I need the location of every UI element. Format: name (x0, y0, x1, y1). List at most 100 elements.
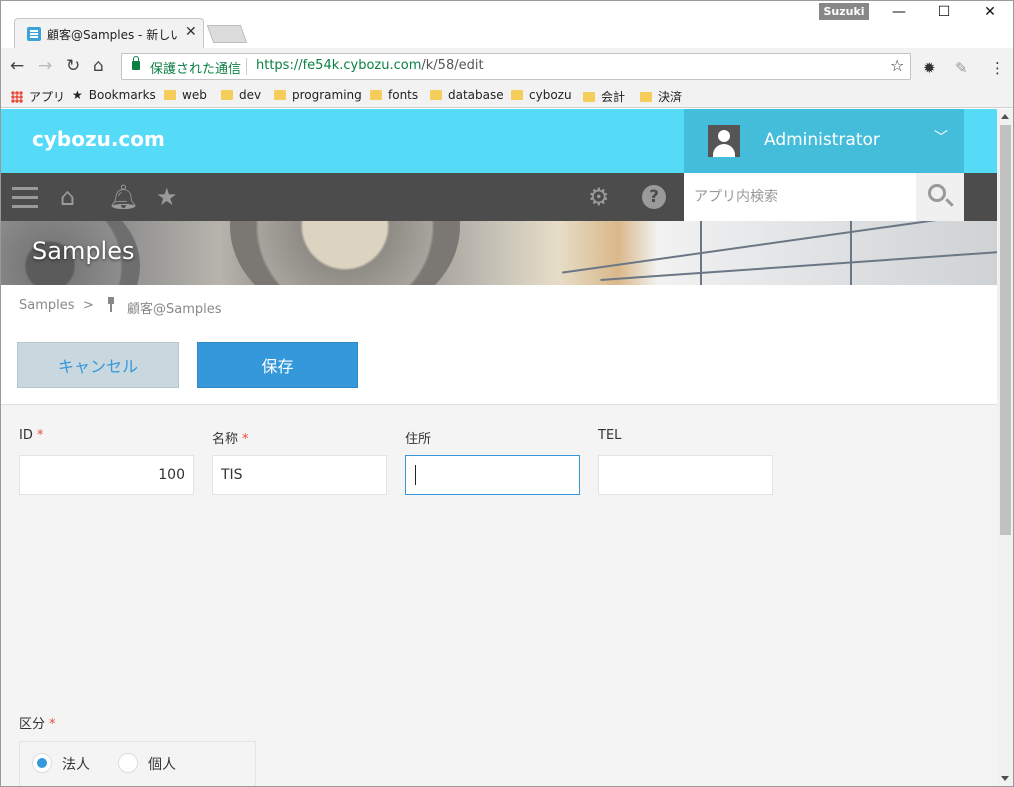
reload-icon[interactable]: ↻ (66, 56, 80, 76)
bookmark-label: dev (239, 88, 262, 102)
bookmark-label: web (182, 88, 207, 102)
name-field[interactable] (212, 455, 387, 495)
star-icon: ★ (72, 88, 83, 102)
scroll-down-arrow-icon[interactable] (1001, 776, 1009, 781)
app-search-input[interactable] (684, 173, 916, 221)
bookmarks-bar: アプリ ★ Bookmarks web dev programing fonts … (0, 84, 1014, 108)
bookmark-folder-accounting[interactable]: 会計 (583, 88, 625, 105)
bookmark-apps[interactable]: アプリ (11, 88, 65, 105)
space-banner: Samples (0, 221, 997, 285)
category-radio-group: 法人 個人 (19, 741, 256, 787)
close-tab-icon[interactable]: ✕ (185, 24, 197, 40)
user-avatar-icon (708, 125, 740, 157)
radio-corporate[interactable] (32, 753, 52, 773)
secure-label: 保護された通信 (150, 62, 242, 77)
bookmark-bookmarks[interactable]: ★ Bookmarks (72, 88, 156, 102)
lock-icon (132, 56, 140, 70)
browser-tab[interactable]: 顧客@Samples - 新しいレ ✕ (14, 18, 204, 48)
address-bar[interactable]: 保護された通信 https://fe54k.cybozu.com/k/58/ed… (121, 53, 911, 80)
url-text: https://fe54k.cybozu.com/k/58/edit (256, 58, 484, 73)
banner-blueprint-line (600, 251, 997, 281)
bookmark-folder-web[interactable]: web (164, 88, 207, 102)
label-text: 区分 (19, 717, 46, 732)
window-close-icon[interactable]: ✕ (967, 4, 1013, 20)
folder-icon (221, 90, 233, 100)
menu-kebab-icon[interactable]: ⋮ (990, 59, 1005, 77)
banner-gear-image (230, 221, 460, 285)
tab-title: 顧客@Samples - 新しいレ (47, 28, 177, 42)
category-label: 区分 * (19, 713, 56, 732)
bookmark-label: database (448, 88, 504, 102)
bookmark-label: programing (292, 88, 362, 102)
search-button[interactable] (916, 173, 964, 221)
required-mark: * (36, 428, 44, 443)
help-icon[interactable]: ? (642, 185, 666, 209)
extension-gear-icon[interactable]: ✹ (923, 59, 936, 77)
folder-icon (640, 92, 652, 102)
id-label: ID * (19, 428, 43, 443)
url-path: /k/58/edit (421, 58, 484, 73)
radio-individual[interactable] (118, 753, 138, 773)
label-text: ID (19, 428, 33, 443)
bookmark-folder-dev[interactable]: dev (221, 88, 261, 102)
bookmark-folder-database[interactable]: database (430, 88, 504, 102)
home-icon[interactable]: ⌂ (93, 56, 104, 76)
bookmark-label: fonts (388, 88, 419, 102)
tel-field[interactable] (598, 455, 773, 495)
star-icon[interactable]: ★ (156, 183, 178, 211)
search-icon (928, 184, 946, 202)
home-icon[interactable]: ⌂ (60, 183, 75, 211)
hamburger-menu-icon[interactable] (12, 187, 38, 190)
chevron-down-icon: ﹀ (934, 130, 948, 146)
app-favicon-icon (27, 27, 41, 41)
extension-icon[interactable]: ✎ (955, 59, 968, 77)
address-label: 住所 (405, 432, 432, 447)
divider (246, 58, 247, 75)
cybozu-logo[interactable]: cybozu.com (32, 127, 165, 151)
settings-gear-icon[interactable]: ⚙ (588, 183, 610, 211)
forward-arrow-icon[interactable]: → (38, 56, 52, 76)
name-label: 名称 * (212, 428, 249, 447)
bookmark-star-icon[interactable]: ☆ (890, 56, 904, 75)
address-field[interactable] (405, 455, 580, 495)
maximize-icon[interactable]: ☐ (921, 4, 967, 20)
bookmark-label: 会計 (601, 90, 626, 104)
bookmark-folder-cybozu[interactable]: cybozu (511, 88, 572, 102)
bookmark-folder-programing[interactable]: programing (274, 88, 362, 102)
breadcrumb-separator: > (83, 298, 94, 313)
folder-icon (164, 90, 176, 100)
bookmark-folder-payment[interactable]: 決済 (640, 88, 682, 105)
url-main: https://fe54k.cybozu.com (256, 58, 422, 73)
user-name: Administrator (764, 130, 880, 150)
breadcrumb-space[interactable]: Samples (19, 298, 75, 313)
address-toolbar: ← → ↻ ⌂ 保護された通信 https://fe54k.cybozu.com… (0, 48, 1014, 84)
pin-icon (106, 297, 116, 313)
back-arrow-icon[interactable]: ← (10, 56, 24, 76)
user-menu[interactable]: Administrator ﹀ (684, 109, 964, 173)
scrollbar-thumb[interactable] (1000, 125, 1011, 535)
minimize-icon[interactable]: — (876, 4, 922, 20)
bookmark-label: 決済 (658, 90, 683, 104)
page-scrollbar[interactable] (997, 109, 1014, 787)
label-text: 名称 (212, 432, 239, 447)
breadcrumb-area: Samples > 顧客@Samples キャンセル 保存 (0, 285, 997, 405)
bookmark-label: アプリ (29, 90, 66, 104)
browser-titlebar: 顧客@Samples - 新しいレ ✕ Suzuki — ☐ ✕ (0, 0, 1014, 48)
tel-label: TEL (598, 428, 622, 443)
search-icon-handle (945, 198, 954, 207)
folder-icon (583, 92, 595, 102)
bell-icon[interactable]: 🔔︎ (108, 183, 138, 211)
cancel-button[interactable]: キャンセル (17, 342, 179, 388)
folder-icon (274, 90, 286, 100)
banner-blueprint-line (700, 221, 702, 285)
breadcrumb-app[interactable]: 顧客@Samples (127, 298, 222, 317)
bookmark-folder-fonts[interactable]: fonts (370, 88, 418, 102)
profile-badge[interactable]: Suzuki (819, 3, 869, 20)
radio-individual-label[interactable]: 個人 (148, 754, 176, 774)
radio-corporate-label[interactable]: 法人 (62, 754, 90, 774)
id-field[interactable] (19, 455, 194, 495)
new-tab-button[interactable] (206, 25, 248, 43)
save-button[interactable]: 保存 (197, 342, 358, 388)
space-title: Samples (32, 237, 135, 265)
scroll-up-arrow-icon[interactable] (1001, 114, 1009, 119)
